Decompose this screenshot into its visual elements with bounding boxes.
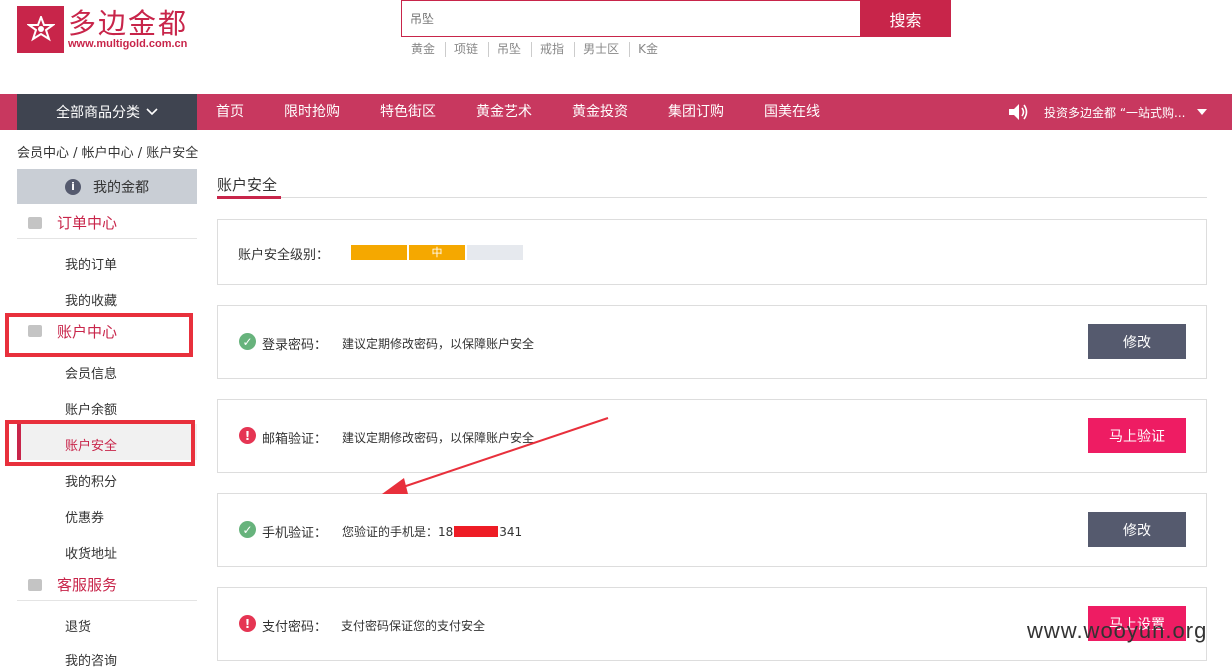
sidebar-section-title: 客服服务 [57, 576, 118, 594]
watermark: www.wooyun.org [1027, 618, 1208, 643]
sidebar-section-orders: 订单中心 [17, 207, 197, 239]
sidebar-item-member-info[interactable]: 会员信息 [65, 363, 117, 382]
security-level-meter: 中 [351, 245, 523, 260]
annotation-box-account-center [5, 313, 193, 357]
title-divider [217, 197, 1207, 198]
annotation-box-account-security [5, 420, 195, 466]
hot-word-link[interactable]: 吊坠 [489, 42, 533, 57]
logo-text[interactable]: 多边金都 [68, 2, 188, 42]
hot-word-link[interactable]: 项链 [446, 42, 490, 57]
logo-star-icon [26, 15, 55, 41]
nav-notice[interactable]: 投资多边金都 “一站式购... [1008, 94, 1208, 130]
search-box [401, 0, 861, 37]
hot-word-link[interactable]: 男士区 [575, 42, 631, 57]
phone-verify-desc: 您验证的手机是：18 341 [342, 523, 522, 540]
nav-gold-art[interactable]: 黄金艺术 [476, 94, 532, 130]
sidebar-my-gold-label: 我的金都 [93, 179, 149, 196]
security-level-panel: 账户安全级别： 中 [217, 219, 1207, 285]
alert-circle-icon: ! [239, 427, 256, 444]
modify-login-password-button[interactable]: 修改 [1088, 324, 1186, 359]
search-input[interactable] [402, 1, 861, 36]
annotation-arrow [382, 417, 609, 494]
email-verify-panel: ! 邮箱验证： 建议定期修改密码，以保障账户安全 [217, 399, 1207, 473]
nav-featured-street[interactable]: 特色街区 [380, 94, 436, 130]
nav-flash-sale[interactable]: 限时抢购 [284, 94, 340, 130]
pay-password-desc: 支付密码保证您的支付安全 [341, 619, 486, 633]
category-menu-button[interactable]: 全部商品分类 [17, 94, 197, 130]
check-circle-icon: ✓ [239, 333, 256, 350]
redacted-phone-block [454, 526, 499, 537]
sidebar-item-coupons[interactable]: 优惠券 [65, 507, 104, 526]
nav-home[interactable]: 首页 [216, 94, 244, 130]
nav-gome-online[interactable]: 国美在线 [764, 94, 820, 130]
check-circle-icon: ✓ [239, 521, 256, 538]
hot-word-link[interactable]: 戒指 [532, 42, 576, 57]
nav-notice-text: 投资多边金都 “一站式购... [1044, 105, 1186, 120]
alert-circle-icon: ! [239, 615, 256, 632]
sidebar-item-returns[interactable]: 退货 [65, 616, 91, 635]
security-level-label: 账户安全级别： [238, 248, 330, 263]
phone-verify-label: 手机验证： [262, 526, 328, 541]
modify-phone-button[interactable]: 修改 [1088, 512, 1186, 547]
title-underline [217, 196, 281, 199]
hot-word-link[interactable]: 黄金 [403, 42, 447, 57]
category-menu-label: 全部商品分类 [56, 105, 140, 121]
sidebar-section-service: 客服服务 [17, 569, 197, 601]
nav-gold-investment[interactable]: 黄金投资 [572, 94, 628, 130]
pay-password-label: 支付密码： [262, 620, 328, 635]
login-password-panel: ✓ 登录密码： 建议定期修改密码，以保障账户安全 [217, 305, 1207, 379]
list-icon [28, 216, 42, 229]
caret-down-icon [1197, 109, 1208, 115]
sidebar-item-inquiries[interactable]: 我的咨询 [65, 650, 117, 669]
email-verify-label: 邮箱验证： [262, 432, 328, 447]
speaker-icon [1009, 104, 1028, 120]
hot-search-words: 黄金 项链 吊坠 戒指 男士区 K金 [403, 42, 668, 57]
phone-verify-panel: ✓ 手机验证： 您验证的手机是：18 341 [217, 493, 1207, 567]
sidebar-item-balance[interactable]: 账户余额 [65, 399, 117, 418]
sidebar-item-my-favorites[interactable]: 我的收藏 [65, 290, 117, 309]
info-icon: i [65, 178, 81, 195]
hot-word-link[interactable]: K金 [630, 42, 668, 57]
login-password-desc: 建议定期修改密码，以保障账户安全 [342, 337, 535, 351]
breadcrumb: 会员中心 / 帐户中心 / 账户安全 [17, 146, 199, 161]
sidebar-item-addresses[interactable]: 收货地址 [65, 543, 117, 562]
sidebar-item-points[interactable]: 我的积分 [65, 471, 117, 490]
sidebar-item-my-orders[interactable]: 我的订单 [65, 254, 117, 273]
level-segment-empty [467, 245, 523, 260]
search-button[interactable]: 搜索 [860, 0, 951, 37]
login-password-label: 登录密码： [262, 338, 328, 353]
verify-email-button[interactable]: 马上验证 [1088, 418, 1186, 453]
level-segment-value: 中 [409, 245, 465, 260]
logo-url: www.multigold.com.cn [68, 38, 188, 50]
sidebar-section-title: 订单中心 [57, 214, 118, 232]
phone-desc-suffix: 341 [499, 524, 523, 539]
phone-desc-prefix: 您验证的手机是：18 [342, 525, 454, 539]
nav-group-order[interactable]: 集团订购 [668, 94, 724, 130]
logo-emblem[interactable] [17, 6, 64, 53]
level-segment-filled [351, 245, 407, 260]
chevron-down-icon [146, 108, 158, 116]
sidebar-my-gold[interactable]: i 我的金都 [17, 169, 197, 204]
page-title: 账户安全 [217, 176, 278, 194]
heart-icon [28, 578, 42, 591]
